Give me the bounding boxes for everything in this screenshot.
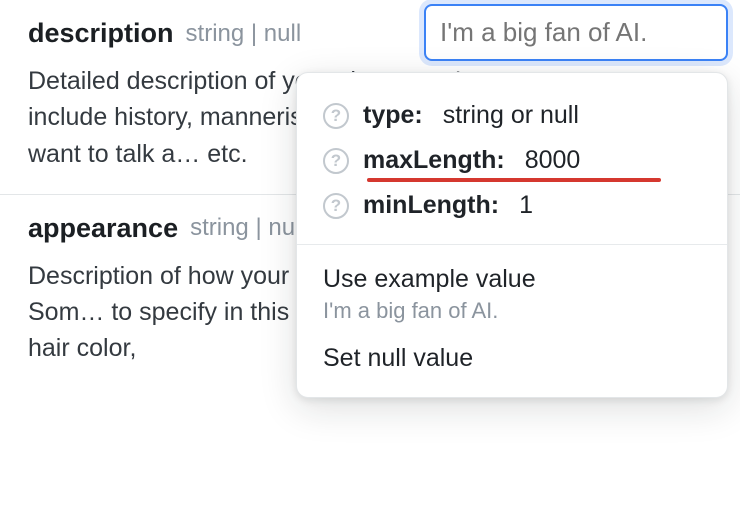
api-field-editor: description string | null Detailed descr… <box>0 0 740 508</box>
schema-meta-key: maxLength <box>363 146 505 175</box>
help-icon[interactable]: ? <box>323 193 349 219</box>
help-icon[interactable]: ? <box>323 148 349 174</box>
action-preview: I'm a big fan of AI. <box>323 298 701 324</box>
schema-meta-row-minlength: ? minLength 1 <box>323 183 701 228</box>
help-icon[interactable]: ? <box>323 103 349 129</box>
description-value-input[interactable] <box>424 4 728 61</box>
emphasis-underline <box>367 178 661 182</box>
field-schema-popover: ? type string or null ? maxLength 8000 ?… <box>296 72 728 398</box>
value-input-wrap <box>424 4 728 61</box>
schema-meta-list: ? type string or null ? maxLength 8000 ?… <box>297 93 727 245</box>
field-name: description <box>28 18 174 49</box>
field-name: appearance <box>28 213 178 244</box>
action-label: Set null value <box>323 344 701 373</box>
field-type-label: string | null <box>186 20 302 48</box>
schema-meta-key: minLength <box>363 191 499 220</box>
schema-meta-row-type: ? type string or null <box>323 93 701 138</box>
use-example-value-action[interactable]: Use example value I'm a big fan of AI. <box>323 255 701 334</box>
schema-meta-key: type <box>363 101 423 130</box>
popover-actions: Use example value I'm a big fan of AI. S… <box>297 245 727 389</box>
action-label: Use example value <box>323 265 701 294</box>
schema-meta-row-maxlength: ? maxLength 8000 <box>323 138 701 183</box>
set-null-value-action[interactable]: Set null value <box>323 334 701 383</box>
schema-meta-value: string or null <box>443 101 579 130</box>
field-type-label: string | null <box>190 214 306 242</box>
schema-meta-value: 8000 <box>525 146 581 175</box>
schema-meta-value: 1 <box>519 191 533 220</box>
